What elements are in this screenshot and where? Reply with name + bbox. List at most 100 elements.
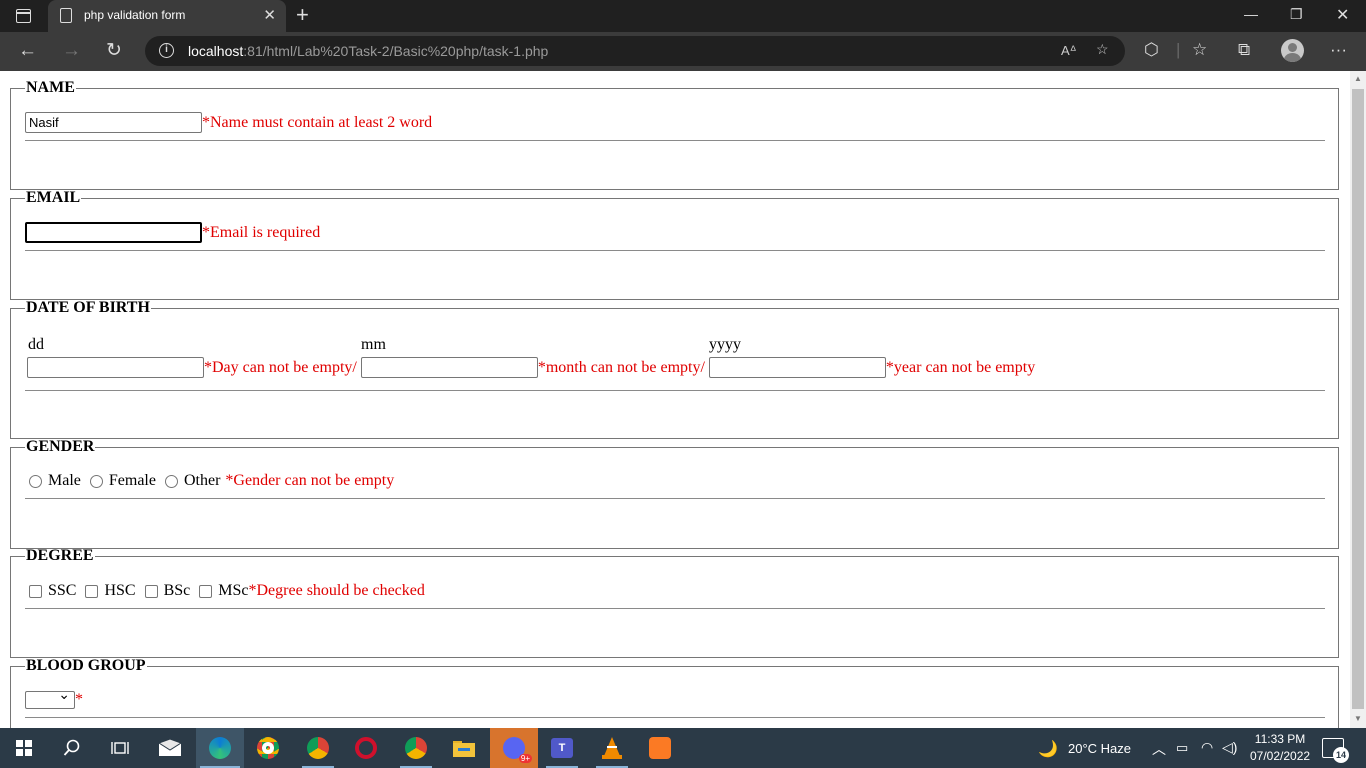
clock-time: 11:33 PM [1254, 732, 1306, 746]
toolbar-divider: | [1176, 40, 1181, 59]
chrome-profile-icon[interactable] [294, 728, 342, 768]
degree-msc-checkbox[interactable] [199, 584, 213, 598]
blood-group-legend: BLOOD GROUP [26, 657, 146, 674]
day-input[interactable] [27, 357, 204, 378]
address-bar[interactable]: i localhost:81/html/Lab%20Task-2/Basic%2… [145, 36, 1125, 66]
degree-error: *Degree should be checked [248, 582, 425, 599]
browser-tab-bar: php validation form ✕ + — ❐ ✕ [0, 0, 1366, 32]
add-favorite-icon[interactable]: ☆ [1096, 41, 1109, 58]
degree-fieldset: DEGREE SSC HSC BSc MSc *Degree should be… [10, 548, 1339, 658]
scroll-down-icon[interactable]: ▼ [1354, 714, 1362, 723]
file-explorer-icon[interactable] [440, 728, 488, 768]
blood-group-row: * [25, 687, 83, 709]
weather-text[interactable]: 20°C Haze [1068, 741, 1131, 756]
vlc-icon[interactable] [588, 728, 636, 768]
favorites-icon[interactable]: ☆ [1192, 40, 1207, 60]
chrome-profile-2-icon[interactable] [392, 728, 440, 768]
year-input[interactable] [708, 357, 886, 378]
gender-male-label: Male [48, 472, 81, 489]
degree-msc-label: MSc [218, 582, 249, 599]
month-error: *month can not be empty/ [537, 358, 705, 376]
browser-toolbar: ← → ↻ i localhost:81/html/Lab%20Task-2/B… [0, 32, 1366, 71]
degree-legend: DEGREE [26, 547, 94, 564]
system-clock[interactable]: 11:33 PM 07/02/2022 [1250, 731, 1310, 765]
windows-taskbar: 9+ T 🌙 20°C Haze ︿ ▭ ◠ ◁) 11:33 PM 07/02… [0, 728, 1366, 768]
email-separator [25, 250, 1325, 251]
degree-row: SSC HSC BSc MSc *Degree should be checke… [24, 582, 425, 600]
tab-actions-icon[interactable] [16, 9, 31, 23]
teams-icon[interactable]: T [538, 728, 586, 768]
gender-other-radio[interactable] [164, 474, 178, 488]
gender-male-radio[interactable] [29, 474, 42, 488]
scroll-up-icon[interactable]: ▲ [1354, 74, 1362, 83]
email-row: *Email is required [25, 222, 320, 243]
discord-badge: 9+ [518, 754, 532, 763]
degree-bsc-checkbox[interactable] [144, 584, 158, 598]
read-aloud-icon[interactable]: Aᐞ [1061, 43, 1077, 59]
email-legend: EMAIL [26, 189, 81, 206]
weather-icon[interactable]: 🌙 [1038, 739, 1058, 759]
tab-title: php validation form [84, 8, 186, 22]
name-separator [25, 140, 1325, 141]
dd-label: dd [28, 336, 44, 353]
page-viewport: NAME *Name must contain at least 2 word … [0, 71, 1350, 728]
name-error: *Name must contain at least 2 word [202, 113, 433, 131]
name-fieldset: NAME *Name must contain at least 2 word [10, 80, 1339, 190]
email-fieldset: EMAIL *Email is required [10, 190, 1339, 300]
search-icon[interactable] [48, 728, 96, 768]
blood-group-error: * [75, 691, 83, 708]
name-input[interactable] [25, 112, 202, 133]
email-input[interactable] [25, 222, 202, 243]
battery-icon[interactable]: ▭ [1176, 740, 1188, 756]
mm-label: mm [361, 336, 386, 353]
wifi-icon[interactable]: ◠ [1201, 739, 1213, 756]
xampp-icon[interactable] [636, 728, 684, 768]
profile-avatar[interactable] [1281, 39, 1304, 62]
gender-separator [25, 498, 1325, 499]
scroll-thumb[interactable] [1352, 89, 1364, 709]
opera-icon[interactable] [342, 728, 390, 768]
blood-group-fieldset: BLOOD GROUP * [10, 658, 1339, 728]
blood-group-select[interactable] [25, 687, 75, 709]
close-tab-icon[interactable]: ✕ [263, 6, 276, 24]
yyyy-label: yyyy [709, 336, 741, 353]
forward-icon[interactable]: → [62, 40, 81, 62]
minimize-icon[interactable]: — [1244, 6, 1258, 22]
back-icon[interactable]: ← [18, 40, 37, 62]
mail-icon[interactable] [146, 728, 194, 768]
volume-icon[interactable]: ◁) [1222, 739, 1237, 756]
url-text[interactable]: localhost:81/html/Lab%20Task-2/Basic%20p… [188, 43, 548, 59]
notification-count: 14 [1333, 747, 1349, 763]
new-tab-icon[interactable]: + [296, 3, 309, 27]
start-windows-icon[interactable] [0, 728, 48, 768]
dob-fieldset: DATE OF BIRTH dd mm yyyy *Day can not be… [10, 300, 1339, 439]
info-icon[interactable]: i [159, 43, 174, 58]
dob-separator [25, 390, 1325, 391]
degree-hsc-checkbox[interactable] [85, 584, 99, 598]
chevron-up-icon[interactable]: ︿ [1152, 739, 1166, 759]
discord-icon[interactable]: 9+ [490, 728, 538, 768]
task-view-icon[interactable] [96, 728, 144, 768]
gender-other-label: Other [183, 472, 221, 489]
window-close-icon[interactable]: ✕ [1336, 5, 1349, 25]
gender-row: Male Female Other *Gender can not be emp… [24, 472, 394, 490]
edge-browser-icon[interactable] [196, 728, 244, 768]
more-options-icon[interactable]: ··· [1330, 40, 1347, 60]
notification-center-icon[interactable]: 14 [1322, 738, 1349, 763]
year-error: *year can not be empty [885, 358, 1036, 376]
restore-icon[interactable]: ❐ [1290, 6, 1303, 23]
month-input[interactable] [360, 357, 538, 378]
gender-female-label: Female [108, 472, 156, 489]
name-row: *Name must contain at least 2 word [25, 112, 432, 133]
extensions-icon[interactable]: ⬡ [1144, 40, 1159, 60]
degree-bsc-label: BSc [163, 582, 191, 599]
gender-female-radio[interactable] [89, 474, 103, 488]
chrome-icon[interactable] [244, 728, 292, 768]
refresh-icon[interactable]: ↻ [106, 40, 122, 62]
degree-ssc-checkbox[interactable] [29, 584, 42, 598]
clock-date: 07/02/2022 [1250, 749, 1311, 763]
degree-hsc-label: HSC [104, 582, 136, 599]
browser-tab[interactable]: php validation form ✕ [48, 0, 286, 32]
collections-icon[interactable]: ⧉ [1238, 40, 1250, 60]
page-scrollbar[interactable]: ▲ ▼ [1350, 71, 1366, 728]
